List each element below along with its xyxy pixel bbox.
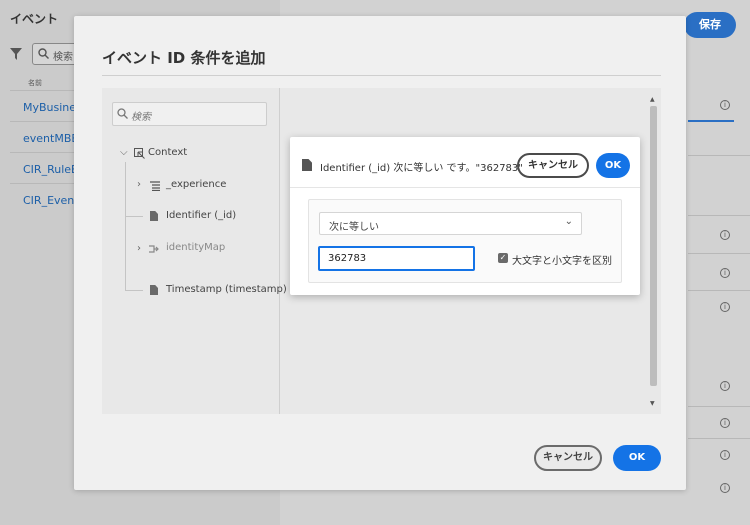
scrollbar[interactable]: ▲ ▼ bbox=[650, 96, 657, 416]
tree-item-timestamp[interactable]: Timestamp (timestamp) bbox=[166, 284, 287, 295]
map-icon bbox=[149, 245, 159, 253]
divider bbox=[688, 290, 750, 291]
search-icon bbox=[117, 108, 128, 119]
selected-tab-indicator bbox=[688, 120, 734, 122]
info-icon[interactable]: i bbox=[720, 302, 730, 312]
scrollbar-thumb[interactable] bbox=[650, 106, 657, 386]
chevron-right-icon[interactable]: › bbox=[137, 179, 141, 190]
divider bbox=[102, 75, 661, 76]
info-icon[interactable]: i bbox=[720, 100, 730, 110]
divider bbox=[688, 406, 750, 407]
info-icon[interactable]: i bbox=[720, 483, 730, 493]
context-icon bbox=[134, 148, 145, 159]
divider bbox=[290, 187, 640, 188]
tree-guide bbox=[125, 216, 143, 217]
chevron-down-icon[interactable]: ⌵ bbox=[120, 147, 128, 158]
condition-form: 次に等しい ⌄ 362783 ✓ 大文字と小文字を区別 bbox=[308, 199, 622, 283]
field-icon bbox=[150, 285, 158, 295]
chevron-down-icon: ⌄ bbox=[564, 216, 573, 227]
divider bbox=[688, 215, 750, 216]
tree-guide bbox=[125, 290, 143, 291]
schema-search-placeholder: 検索 bbox=[131, 112, 151, 123]
column-header-name: 名前 bbox=[28, 79, 42, 87]
divider bbox=[688, 438, 750, 439]
value-input[interactable]: 362783 bbox=[318, 246, 475, 271]
operator-select[interactable]: 次に等しい ⌄ bbox=[319, 212, 582, 235]
schema-search-input[interactable]: 検索 bbox=[112, 102, 267, 126]
field-icon bbox=[150, 211, 158, 221]
ok-button[interactable]: OK bbox=[613, 445, 661, 471]
condition-editor-popover: Identifier (_id) 次に等しい です。"362783" キャンセル… bbox=[290, 137, 640, 295]
chevron-right-icon[interactable]: › bbox=[137, 243, 141, 254]
tree-item-identitymap[interactable]: identityMap bbox=[166, 242, 225, 253]
info-icon[interactable]: i bbox=[720, 230, 730, 240]
save-button[interactable]: 保存 bbox=[684, 12, 736, 38]
popup-cancel-button[interactable]: キャンセル bbox=[517, 153, 589, 178]
divider bbox=[688, 253, 750, 254]
info-icon[interactable]: i bbox=[720, 381, 730, 391]
field-icon bbox=[302, 159, 312, 171]
dialog-title: イベント ID 条件を追加 bbox=[102, 49, 266, 67]
condition-summary: Identifier (_id) 次に等しい です。"362783" bbox=[320, 163, 523, 174]
tree-guide bbox=[125, 162, 126, 290]
events-search-placeholder: 検索 bbox=[53, 52, 73, 63]
search-icon bbox=[38, 48, 49, 59]
tree-item-context[interactable]: Context bbox=[148, 147, 187, 158]
filter-icon[interactable] bbox=[10, 48, 22, 60]
case-sensitive-label: 大文字と小文字を区別 bbox=[512, 256, 612, 267]
operator-value: 次に等しい bbox=[329, 222, 379, 233]
divider bbox=[688, 155, 750, 156]
case-sensitive-checkbox[interactable]: ✓ bbox=[498, 253, 508, 263]
tree-item-experience[interactable]: _experience bbox=[166, 179, 226, 190]
list-icon bbox=[150, 181, 160, 191]
cancel-button[interactable]: キャンセル bbox=[534, 445, 602, 471]
events-title: イベント bbox=[10, 12, 59, 26]
info-icon[interactable]: i bbox=[720, 450, 730, 460]
tree-item-identifier[interactable]: Identifier (_id) bbox=[166, 210, 236, 221]
schema-tree-pane: 検索 ⌵ Context › _experience Identifier (_… bbox=[102, 88, 287, 414]
scroll-up-icon[interactable]: ▲ bbox=[650, 96, 655, 103]
popup-ok-button[interactable]: OK bbox=[596, 153, 630, 178]
info-icon[interactable]: i bbox=[720, 268, 730, 278]
info-icon[interactable]: i bbox=[720, 418, 730, 428]
scroll-down-icon[interactable]: ▼ bbox=[650, 400, 655, 407]
